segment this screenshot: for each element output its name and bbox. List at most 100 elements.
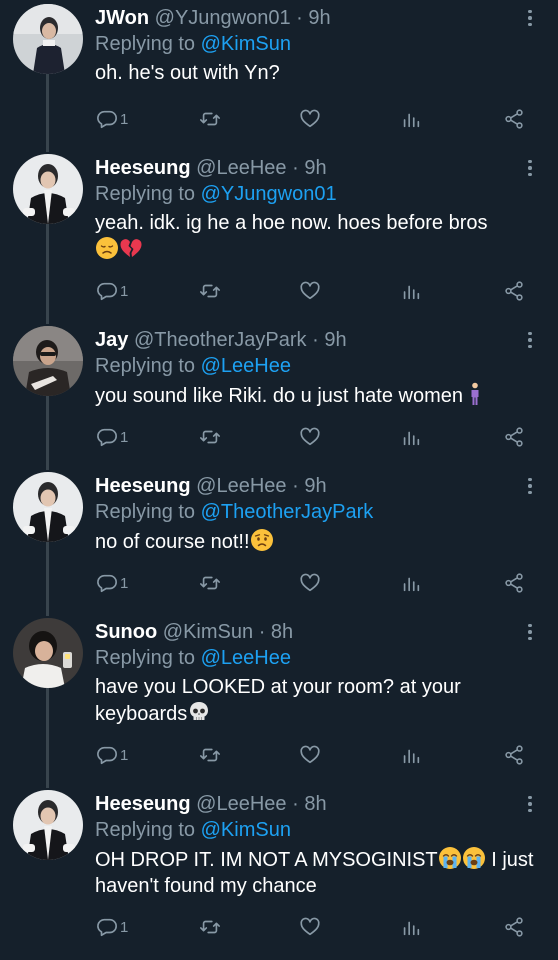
reply-button[interactable]: 1 [96,570,128,596]
like-button[interactable] [299,424,321,450]
mention-link[interactable]: @YJungwon01 [201,183,337,205]
avatar[interactable] [13,618,83,688]
user-handle[interactable]: @TheotherJayPark [134,329,307,351]
analytics-button[interactable] [400,278,422,304]
like-button[interactable] [299,106,321,132]
timestamp[interactable]: 8h [271,621,293,643]
user-handle[interactable]: @LeeHee [196,475,286,497]
share-icon [505,109,523,129]
action-bar: 1 [0,424,558,450]
display-name[interactable]: Heeseung [95,475,191,497]
retweet-button[interactable] [199,424,221,450]
timestamp[interactable]: 9h [304,157,326,179]
more-icon[interactable] [520,474,540,498]
thread-line [46,610,49,616]
analytics-icon [403,431,420,446]
reply-button[interactable]: 1 [96,106,128,132]
share-button[interactable] [503,106,525,132]
display-name[interactable]: Heeseung [95,793,191,815]
analytics-icon [403,285,420,300]
avatar-photo-heeseung [13,790,83,860]
mention-link[interactable]: @KimSun [201,819,291,841]
display-name[interactable]: Sunoo [95,621,157,643]
retweet-button[interactable] [199,742,221,768]
analytics-button[interactable] [400,742,422,768]
share-button[interactable] [503,742,525,768]
mention-link[interactable]: @KimSun [201,33,291,55]
display-name[interactable]: Heeseung [95,157,191,179]
reply-icon [97,574,117,593]
tweet[interactable]: Heeseung @LeeHee · 9h Replying to @YJung… [0,146,558,318]
retweet-icon [200,920,220,934]
replying-to: Replying to @LeeHee [95,354,291,378]
share-button[interactable] [503,914,525,940]
timestamp[interactable]: 9h [308,7,330,29]
tweet-text: yeah. idk. ig he a hoe now. hoes before … [95,210,535,263]
user-handle[interactable]: @KimSun [163,621,253,643]
avatar[interactable] [13,4,83,74]
reply-button[interactable]: 1 [96,914,128,940]
analytics-button[interactable] [400,570,422,596]
avatar-photo-heeseung [13,472,83,542]
more-icon[interactable] [520,156,540,180]
tweet[interactable]: Heeseung @LeeHee · 8h Replying to @KimSu… [0,782,558,960]
reply-count: 1 [120,110,129,128]
share-button[interactable] [503,278,525,304]
user-handle[interactable]: @LeeHee [196,793,286,815]
timestamp[interactable]: 9h [304,475,326,497]
share-button[interactable] [503,424,525,450]
like-button[interactable] [299,914,321,940]
share-icon [505,917,523,937]
mention-link[interactable]: @TheotherJayPark [201,501,374,523]
avatar-photo-sunoo [13,618,83,688]
display-name[interactable]: JWon [95,7,149,29]
tweet-header: Sunoo @KimSun · 8h [95,620,293,644]
reply-button[interactable]: 1 [96,278,128,304]
reply-button[interactable]: 1 [96,742,128,768]
mention-link[interactable]: @LeeHee [201,647,291,669]
retweet-button[interactable] [199,570,221,596]
analytics-button[interactable] [400,914,422,940]
user-handle[interactable]: @LeeHee [196,157,286,179]
skull-emoji [190,702,209,720]
avatar[interactable] [13,790,83,860]
like-button[interactable] [299,570,321,596]
like-button[interactable] [299,278,321,304]
tweet[interactable]: JWon @YJungwon01 · 9h Replying to @KimSu… [0,0,558,146]
more-icon[interactable] [520,620,540,644]
tweet-text: you sound like Riki. do u just hate wome… [95,382,535,409]
like-icon [300,573,320,592]
avatar[interactable] [13,154,83,224]
more-icon[interactable] [520,328,540,352]
broken-heart-emoji [120,239,142,257]
more-icon[interactable] [520,792,540,816]
more-icon[interactable] [520,6,540,30]
retweet-button[interactable] [199,914,221,940]
user-handle[interactable]: @YJungwon01 [155,7,291,29]
share-button[interactable] [503,570,525,596]
analytics-button[interactable] [400,106,422,132]
timestamp[interactable]: 9h [324,329,346,351]
retweet-icon [200,112,220,126]
avatar[interactable] [13,472,83,542]
retweet-button[interactable] [199,278,221,304]
retweet-button[interactable] [199,106,221,132]
mention-link[interactable]: @LeeHee [201,355,291,377]
timestamp[interactable]: 8h [304,793,326,815]
tweet[interactable]: Sunoo @KimSun · 8h Replying to @LeeHee h… [0,610,558,782]
replying-to-label: Replying to [95,501,196,523]
share-icon [505,573,523,593]
tweet[interactable]: Jay @TheotherJayPark · 9h Replying to @L… [0,318,558,464]
tweet[interactable]: Heeseung @LeeHee · 9h Replying to @Theot… [0,464,558,610]
avatar-photo-heeseung [13,154,83,224]
loudly-crying-face-emoji [438,847,461,869]
like-button[interactable] [299,742,321,768]
tweet-text-content: have you LOOKED at your room? at your ke… [95,676,461,725]
person-standing-emoji [471,382,479,405]
replying-to-label: Replying to [95,647,196,669]
analytics-button[interactable] [400,424,422,450]
share-icon [505,281,523,301]
avatar[interactable] [13,326,83,396]
display-name[interactable]: Jay [95,329,128,351]
reply-button[interactable]: 1 [96,424,128,450]
